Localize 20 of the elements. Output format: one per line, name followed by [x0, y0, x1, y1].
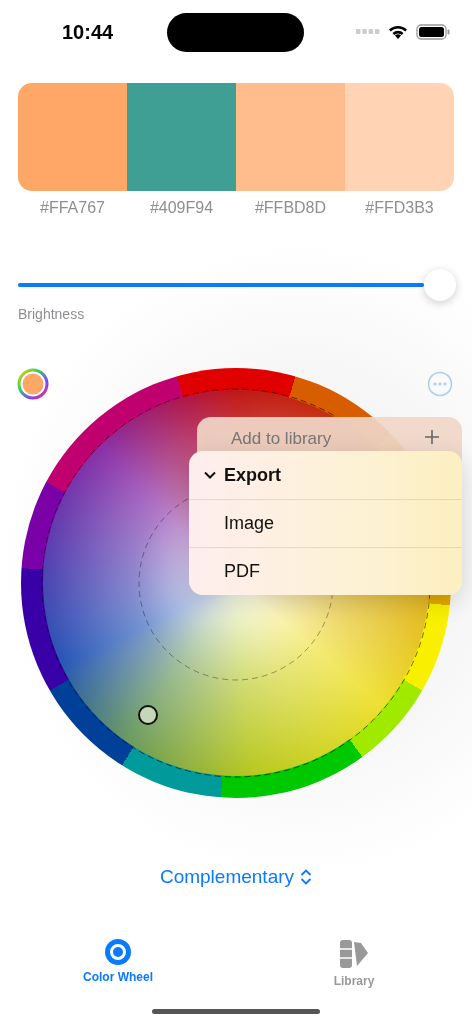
tab[interactable]: Color Wheel [83, 939, 153, 988]
hex-code: #FFD3B3 [364, 199, 435, 217]
tab[interactable]: Library [333, 939, 375, 988]
hex-code: #409F94 [148, 199, 215, 217]
hex-code: #FFBD8D [253, 199, 328, 217]
status-time: 10:44 [62, 20, 114, 44]
up-down-chevron-icon [300, 869, 313, 885]
wifi-icon [388, 24, 408, 40]
battery-icon [416, 24, 450, 40]
harmony-picker[interactable]: Complementary [159, 866, 313, 888]
color-ring-icon[interactable] [17, 368, 49, 400]
menu-item[interactable]: Image [189, 499, 462, 547]
slider-label: Brightness [18, 306, 85, 322]
hex-code: #FFA767 [39, 199, 106, 217]
signal-icon [356, 29, 380, 35]
swatch-fan-icon [339, 939, 369, 969]
ring-icon [105, 939, 131, 965]
menu-item[interactable]: PDF [189, 547, 462, 595]
plus-icon [424, 429, 440, 445]
slider-thumb[interactable] [424, 269, 456, 301]
